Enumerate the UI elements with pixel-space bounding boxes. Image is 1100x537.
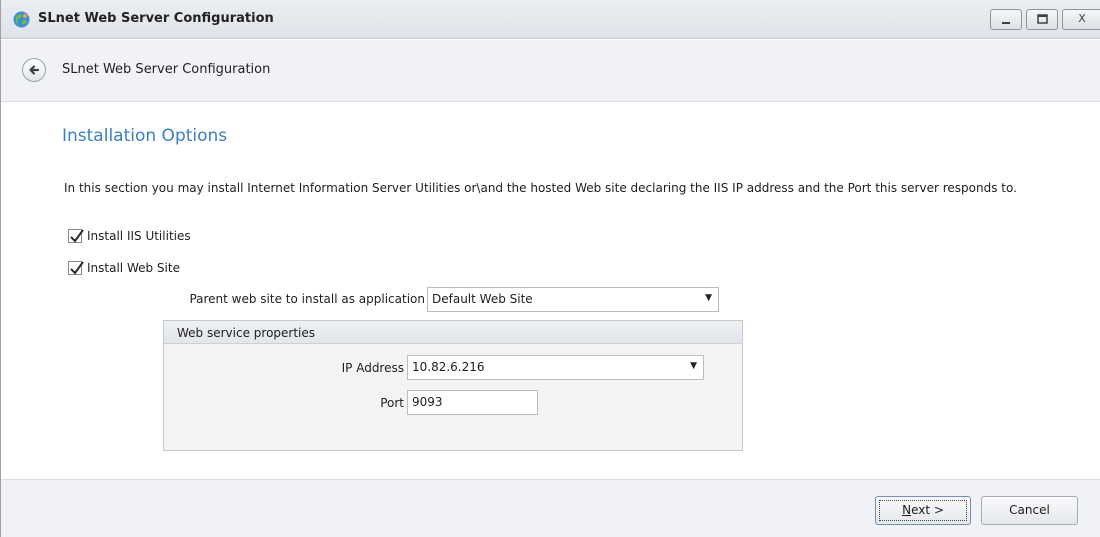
- install-web-site-option[interactable]: Install Web Site: [68, 259, 180, 276]
- install-iis-utilities-checkbox[interactable]: [68, 228, 84, 243]
- parent-site-dropdown[interactable]: Default Web Site ▼: [427, 287, 719, 312]
- cancel-button-label: Cancel: [1009, 503, 1050, 517]
- checkmark-icon: [70, 260, 84, 275]
- page-description: In this section you may install Internet…: [64, 181, 1017, 195]
- cancel-button[interactable]: Cancel: [981, 496, 1078, 525]
- port-input[interactable]: 9093: [407, 390, 538, 415]
- web-service-properties-group: Web service properties IP Address 10.82.…: [163, 320, 743, 451]
- close-icon: X: [1078, 12, 1086, 25]
- window-title: SLnet Web Server Configuration: [38, 11, 274, 26]
- app-globe-icon: [13, 11, 30, 28]
- ip-address-dropdown[interactable]: 10.82.6.216 ▼: [407, 355, 704, 380]
- nav-bar: SLnet Web Server Configuration: [1, 40, 1100, 102]
- parent-site-value: Default Web Site: [432, 292, 533, 306]
- minimize-button[interactable]: [990, 9, 1022, 30]
- close-button[interactable]: X: [1062, 9, 1100, 30]
- group-title: Web service properties: [177, 326, 316, 340]
- parent-site-label: Parent web site to install as applicatio…: [189, 292, 425, 306]
- title-bar[interactable]: SLnet Web Server Configuration X: [1, 0, 1100, 39]
- ip-address-label: IP Address: [341, 361, 404, 375]
- page-heading: Installation Options: [62, 126, 228, 146]
- port-label: Port: [380, 396, 404, 410]
- checkmark-icon: [70, 228, 84, 243]
- nav-title: SLnet Web Server Configuration: [62, 62, 271, 77]
- app-window: SLnet Web Server Configuration X SLnet W…: [0, 0, 1100, 537]
- maximize-icon: [1037, 14, 1048, 24]
- chevron-down-icon: ▼: [690, 361, 697, 371]
- install-web-site-label: Install Web Site: [87, 260, 180, 275]
- install-web-site-checkbox[interactable]: [68, 260, 84, 275]
- chevron-down-icon: ▼: [705, 293, 712, 303]
- ip-address-value: 10.82.6.216: [412, 360, 485, 374]
- install-iis-utilities-label: Install IIS Utilities: [87, 228, 191, 243]
- footer-bar: Next > Cancel: [1, 479, 1100, 537]
- minimize-icon: [1002, 22, 1010, 24]
- install-iis-utilities-option[interactable]: Install IIS Utilities: [68, 227, 191, 244]
- port-value: 9093: [412, 395, 443, 409]
- next-button[interactable]: Next >: [875, 496, 971, 525]
- maximize-button[interactable]: [1026, 9, 1058, 30]
- back-button[interactable]: [22, 58, 46, 82]
- focus-rect: [879, 500, 967, 521]
- group-header: Web service properties: [164, 321, 742, 344]
- back-arrow-icon: [29, 65, 40, 75]
